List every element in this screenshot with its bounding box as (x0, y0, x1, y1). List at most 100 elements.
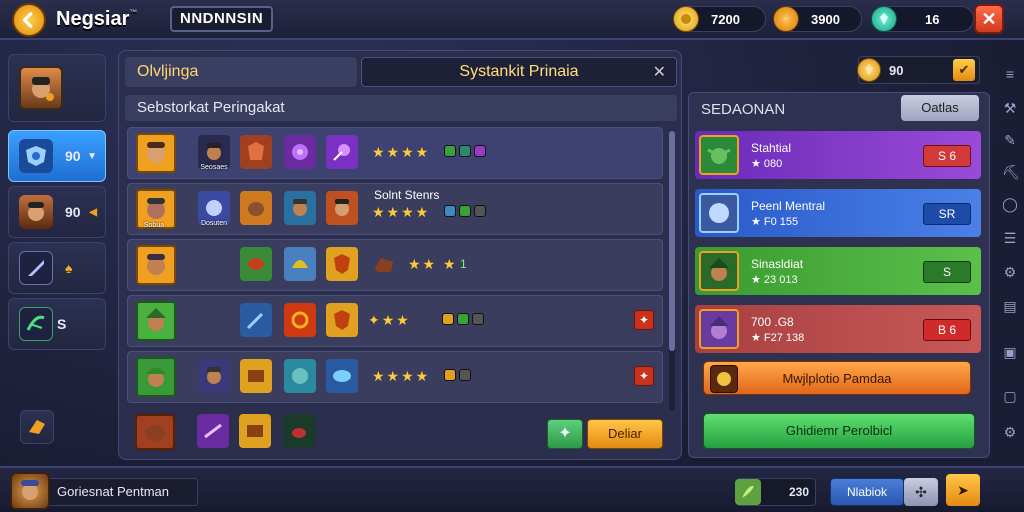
chest-icon (240, 359, 272, 393)
helmet-icon (284, 247, 316, 281)
hero-card[interactable]: Sinasldiat ★ 23 013 S (695, 247, 981, 295)
energy-resource[interactable]: 3900 (773, 6, 862, 32)
element-badges (444, 369, 471, 381)
beast-icon (240, 191, 272, 225)
gem-icon (871, 6, 897, 32)
ranking-row[interactable]: ★★★★ ✦ (127, 351, 663, 403)
bottom-bar: Goriesnat Pentman 230 Nlabiok ✣ ➤ (0, 466, 1024, 512)
close-button[interactable]: ✕ (974, 4, 1004, 34)
card-name: Sinasldiat (751, 256, 804, 271)
ranking-row[interactable]: Seosaes ★★★★ (127, 127, 663, 179)
right-panel-title: SEDAONAN (701, 101, 786, 118)
warrior-slot[interactable]: 90 ◀ (8, 186, 106, 238)
bottom-resource[interactable]: 230 (735, 478, 816, 506)
card-name: 700 .G8 (751, 314, 794, 329)
close-icon[interactable]: ✕ (653, 62, 666, 82)
tab-systankit-label: Systankit Prinaia (459, 63, 579, 80)
grid-icon[interactable]: ▤ (1002, 298, 1018, 314)
wrench-icon[interactable]: ⚒ (1002, 100, 1018, 116)
tab-systankit[interactable]: Systankit Prinaia ✕ (361, 57, 677, 87)
main-panel: Olvljinga Systankit Prinaia ✕ Sebstorkat… (118, 50, 682, 460)
warrior-portrait-icon: Seosaes (198, 135, 230, 171)
add-button[interactable]: ✦ (547, 419, 583, 449)
oatlas-button[interactable]: Oatlas (901, 95, 979, 121)
banner-slot[interactable] (20, 410, 54, 444)
settings-icon[interactable]: ⚙ (1002, 424, 1018, 440)
star-rating: ✦★★ (368, 312, 411, 328)
card-grade: S (923, 261, 971, 283)
gold-gem-icon (857, 58, 881, 82)
pencil-icon[interactable]: ✎ (1002, 132, 1018, 148)
badge-icon (459, 205, 471, 217)
close-icon: ✕ (981, 8, 997, 29)
item-label: Seosaes (200, 164, 228, 171)
banner-icon (25, 414, 49, 441)
plus-icon: ✦ (558, 425, 572, 442)
hero-card[interactable]: 700 .G8 ★ F27 138 B 6 (695, 305, 981, 353)
box-icon[interactable]: ▢ (1002, 388, 1018, 404)
hero-card[interactable]: Stahtial ★ 080 S 6 (695, 131, 981, 179)
chest-icon (239, 414, 271, 448)
hero-card[interactable]: Peenl Mentral ★ F0 155 SR (695, 189, 981, 237)
bow-slot[interactable]: S (8, 298, 106, 350)
spirit-avatar-icon (699, 193, 739, 233)
hero-portrait-icon (136, 133, 176, 173)
hero-slot[interactable] (8, 54, 106, 122)
card-name: Peenl Mentral (751, 198, 826, 213)
scrollbar-thumb[interactable] (669, 131, 675, 351)
card-stats: ★ F27 138 (751, 331, 805, 344)
player-avatar-icon[interactable] (10, 472, 50, 510)
list-icon[interactable]: ☰ (1002, 230, 1018, 246)
send-button[interactable]: ➤ (946, 474, 980, 506)
warrior-portrait-icon (198, 359, 230, 393)
back-button[interactable] (12, 3, 46, 37)
game-title: Negsiar™ (56, 8, 137, 31)
remove-button[interactable]: ✦ (634, 366, 654, 386)
mwjlplotio-label: Mwjlplotio Pamdaa (782, 370, 892, 386)
gem-resource[interactable]: 16 (871, 6, 974, 32)
bottom-resource-value: 230 (788, 485, 809, 499)
feather-icon (735, 479, 761, 505)
element-badges (442, 313, 484, 325)
boot-icon (368, 247, 400, 281)
item-label: Dosuten (200, 220, 228, 227)
ghidiemr-button[interactable]: Ghidiemr Perolbicl (703, 413, 975, 449)
check-icon[interactable]: ✔ (953, 59, 975, 81)
ranking-row[interactable] (127, 407, 427, 459)
ranking-row[interactable]: ★★ ★ 1 (127, 239, 663, 291)
hero-portrait-icon (136, 357, 176, 397)
remove-button[interactable]: ✦ (634, 310, 654, 330)
scrollbar[interactable] (669, 131, 675, 411)
move-button[interactable]: ✣ (904, 478, 938, 506)
orb-icon (284, 135, 316, 169)
card-stats: ★ F0 155 (751, 215, 799, 228)
ranking-row[interactable]: ✦★★ ✦ (127, 295, 663, 347)
ranking-row[interactable]: Sobua Dosuten Solnt Stenrs ★★★★ (127, 183, 663, 235)
gold-resource[interactable]: 7200 (673, 6, 766, 32)
nlabiok-button[interactable]: Nlabiok (830, 478, 904, 506)
game-title-text: Negsiar (56, 8, 130, 30)
badge-icon (472, 313, 484, 325)
deliar-button[interactable]: Deliar (587, 419, 663, 449)
pickaxe-icon[interactable]: ⛏ (1002, 164, 1020, 180)
image-icon[interactable]: ▣ (1002, 344, 1018, 360)
card-name: Stahtial (751, 140, 792, 155)
hero-portrait-icon: Sobua (136, 189, 176, 229)
warrior-portrait-icon (326, 191, 358, 225)
gem-counter[interactable]: 90 ✔ (857, 56, 980, 84)
knight-slot[interactable]: 90 ▼ (8, 130, 106, 182)
axe-icon (240, 303, 272, 337)
badge-icon (444, 145, 456, 157)
card-stats: ★ 080 (751, 157, 783, 170)
shield-icon (326, 303, 358, 337)
element-badges (444, 205, 486, 217)
tool-icon[interactable]: ⚙ (1002, 264, 1018, 280)
badge-icon (459, 145, 471, 157)
sword-slot[interactable]: ♠ (8, 242, 106, 294)
section-title: Sebstorkat Peringakat (125, 95, 677, 121)
mwjlplotio-button[interactable]: Mwjlplotio Pamdaa (703, 361, 971, 395)
circle-icon[interactable]: ◯ (1002, 196, 1018, 212)
tab-olvljinga[interactable]: Olvljinga (125, 57, 357, 87)
card-grade: B 6 (923, 319, 971, 341)
menu-icon[interactable]: ≡ (1002, 66, 1018, 82)
